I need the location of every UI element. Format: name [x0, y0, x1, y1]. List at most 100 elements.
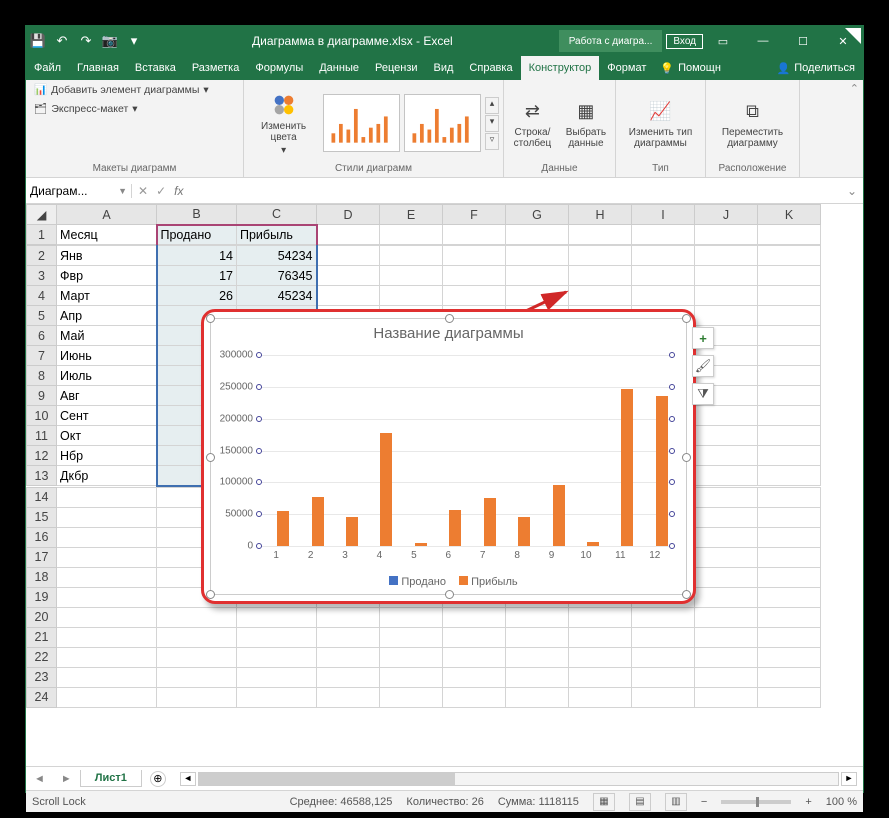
cell[interactable]: [237, 687, 317, 707]
cell[interactable]: [569, 687, 632, 707]
view-pagelayout-button[interactable]: ▤: [629, 793, 651, 811]
cell[interactable]: [758, 225, 821, 245]
cell[interactable]: [632, 647, 695, 667]
chart-styles-button[interactable]: 🖌: [692, 355, 714, 377]
cell[interactable]: Янв: [57, 246, 157, 266]
cell[interactable]: [758, 306, 821, 326]
redo-icon[interactable]: ↷: [74, 29, 98, 53]
cell[interactable]: [632, 286, 695, 306]
row-header[interactable]: 15: [27, 507, 57, 527]
cell[interactable]: [443, 607, 506, 627]
cell[interactable]: [758, 446, 821, 466]
col-header[interactable]: H: [569, 205, 632, 225]
cell[interactable]: [506, 286, 569, 306]
cell[interactable]: [317, 627, 380, 647]
cell[interactable]: [695, 587, 758, 607]
collapse-ribbon-icon[interactable]: ⌃: [850, 82, 859, 95]
row-header[interactable]: 18: [27, 567, 57, 587]
cell[interactable]: [758, 667, 821, 687]
cell[interactable]: [57, 667, 157, 687]
expand-formulabar-icon[interactable]: ⌄: [841, 184, 863, 198]
style-thumb-2[interactable]: [404, 94, 481, 152]
cell[interactable]: [695, 487, 758, 507]
cell[interactable]: [758, 487, 821, 507]
cell[interactable]: [57, 647, 157, 667]
tab-format[interactable]: Формат: [599, 56, 654, 80]
cell[interactable]: [443, 687, 506, 707]
row-header[interactable]: 19: [27, 587, 57, 607]
cell[interactable]: [569, 225, 632, 245]
cell[interactable]: Продано: [157, 225, 237, 245]
cell[interactable]: [443, 225, 506, 245]
row-header[interactable]: 22: [27, 647, 57, 667]
cell[interactable]: [380, 647, 443, 667]
cell[interactable]: Июнь: [57, 346, 157, 366]
chart-elements-button[interactable]: +: [692, 327, 714, 349]
move-chart-button[interactable]: ⧉Переместить диаграмму: [710, 97, 795, 149]
cell[interactable]: [506, 225, 569, 245]
cell[interactable]: [317, 667, 380, 687]
cell[interactable]: [695, 446, 758, 466]
cell[interactable]: [695, 627, 758, 647]
cell[interactable]: [695, 647, 758, 667]
cell[interactable]: [632, 225, 695, 245]
styles-more-icon[interactable]: ▿: [485, 133, 499, 150]
cell[interactable]: [443, 647, 506, 667]
minimize-button[interactable]: —: [743, 27, 783, 55]
name-box[interactable]: Диаграм...: [30, 184, 116, 198]
enter-icon[interactable]: ✓: [156, 184, 166, 198]
cell[interactable]: [758, 587, 821, 607]
row-header[interactable]: 7: [27, 346, 57, 366]
ribbon-options-icon[interactable]: ▭: [703, 27, 743, 55]
quick-layout-button[interactable]: 🗂Экспресс-макет ▾: [34, 102, 138, 115]
cell[interactable]: [317, 607, 380, 627]
cell[interactable]: [695, 687, 758, 707]
cell[interactable]: [695, 527, 758, 547]
row-header[interactable]: 21: [27, 627, 57, 647]
cell[interactable]: [632, 667, 695, 687]
tab-design[interactable]: Конструктор: [521, 56, 600, 80]
tab-home[interactable]: Главная: [69, 56, 127, 80]
row-header[interactable]: 13: [27, 466, 57, 486]
cell[interactable]: [57, 487, 157, 507]
cell[interactable]: [317, 647, 380, 667]
cell[interactable]: [380, 627, 443, 647]
cell[interactable]: 76345: [237, 266, 317, 286]
cell[interactable]: Нбр: [57, 446, 157, 466]
cell[interactable]: [157, 647, 237, 667]
cell[interactable]: Окт: [57, 426, 157, 446]
col-header[interactable]: D: [317, 205, 380, 225]
cell[interactable]: [506, 687, 569, 707]
tab-insert[interactable]: Вставка: [127, 56, 184, 80]
cell[interactable]: [57, 687, 157, 707]
row-header[interactable]: 6: [27, 326, 57, 346]
cell[interactable]: [695, 567, 758, 587]
row-header[interactable]: 12: [27, 446, 57, 466]
sheet-tab-1[interactable]: Лист1: [80, 770, 142, 787]
cell[interactable]: [237, 627, 317, 647]
row-header[interactable]: 23: [27, 667, 57, 687]
undo-icon[interactable]: ↶: [50, 29, 74, 53]
cell[interactable]: [506, 246, 569, 266]
cell[interactable]: Апр: [57, 306, 157, 326]
cell[interactable]: [380, 286, 443, 306]
cell[interactable]: [695, 507, 758, 527]
tab-formulas[interactable]: Формулы: [247, 56, 311, 80]
cell[interactable]: 26: [157, 286, 237, 306]
row-header[interactable]: 5: [27, 306, 57, 326]
cell[interactable]: [157, 627, 237, 647]
cell[interactable]: [506, 667, 569, 687]
col-header[interactable]: B: [157, 205, 237, 225]
cell[interactable]: [758, 366, 821, 386]
change-colors-button[interactable]: Изменить цвета▾: [248, 91, 319, 156]
cell[interactable]: [758, 547, 821, 567]
switch-rowcol-button[interactable]: ⇄Строка/ столбец: [508, 97, 557, 149]
col-header[interactable]: G: [506, 205, 569, 225]
cell[interactable]: [758, 647, 821, 667]
cell[interactable]: [506, 627, 569, 647]
cell[interactable]: [237, 667, 317, 687]
qat-more-icon[interactable]: ▾: [122, 29, 146, 53]
cell[interactable]: [632, 627, 695, 647]
login-button[interactable]: Вход: [666, 34, 703, 49]
row-header[interactable]: 1: [27, 225, 57, 245]
